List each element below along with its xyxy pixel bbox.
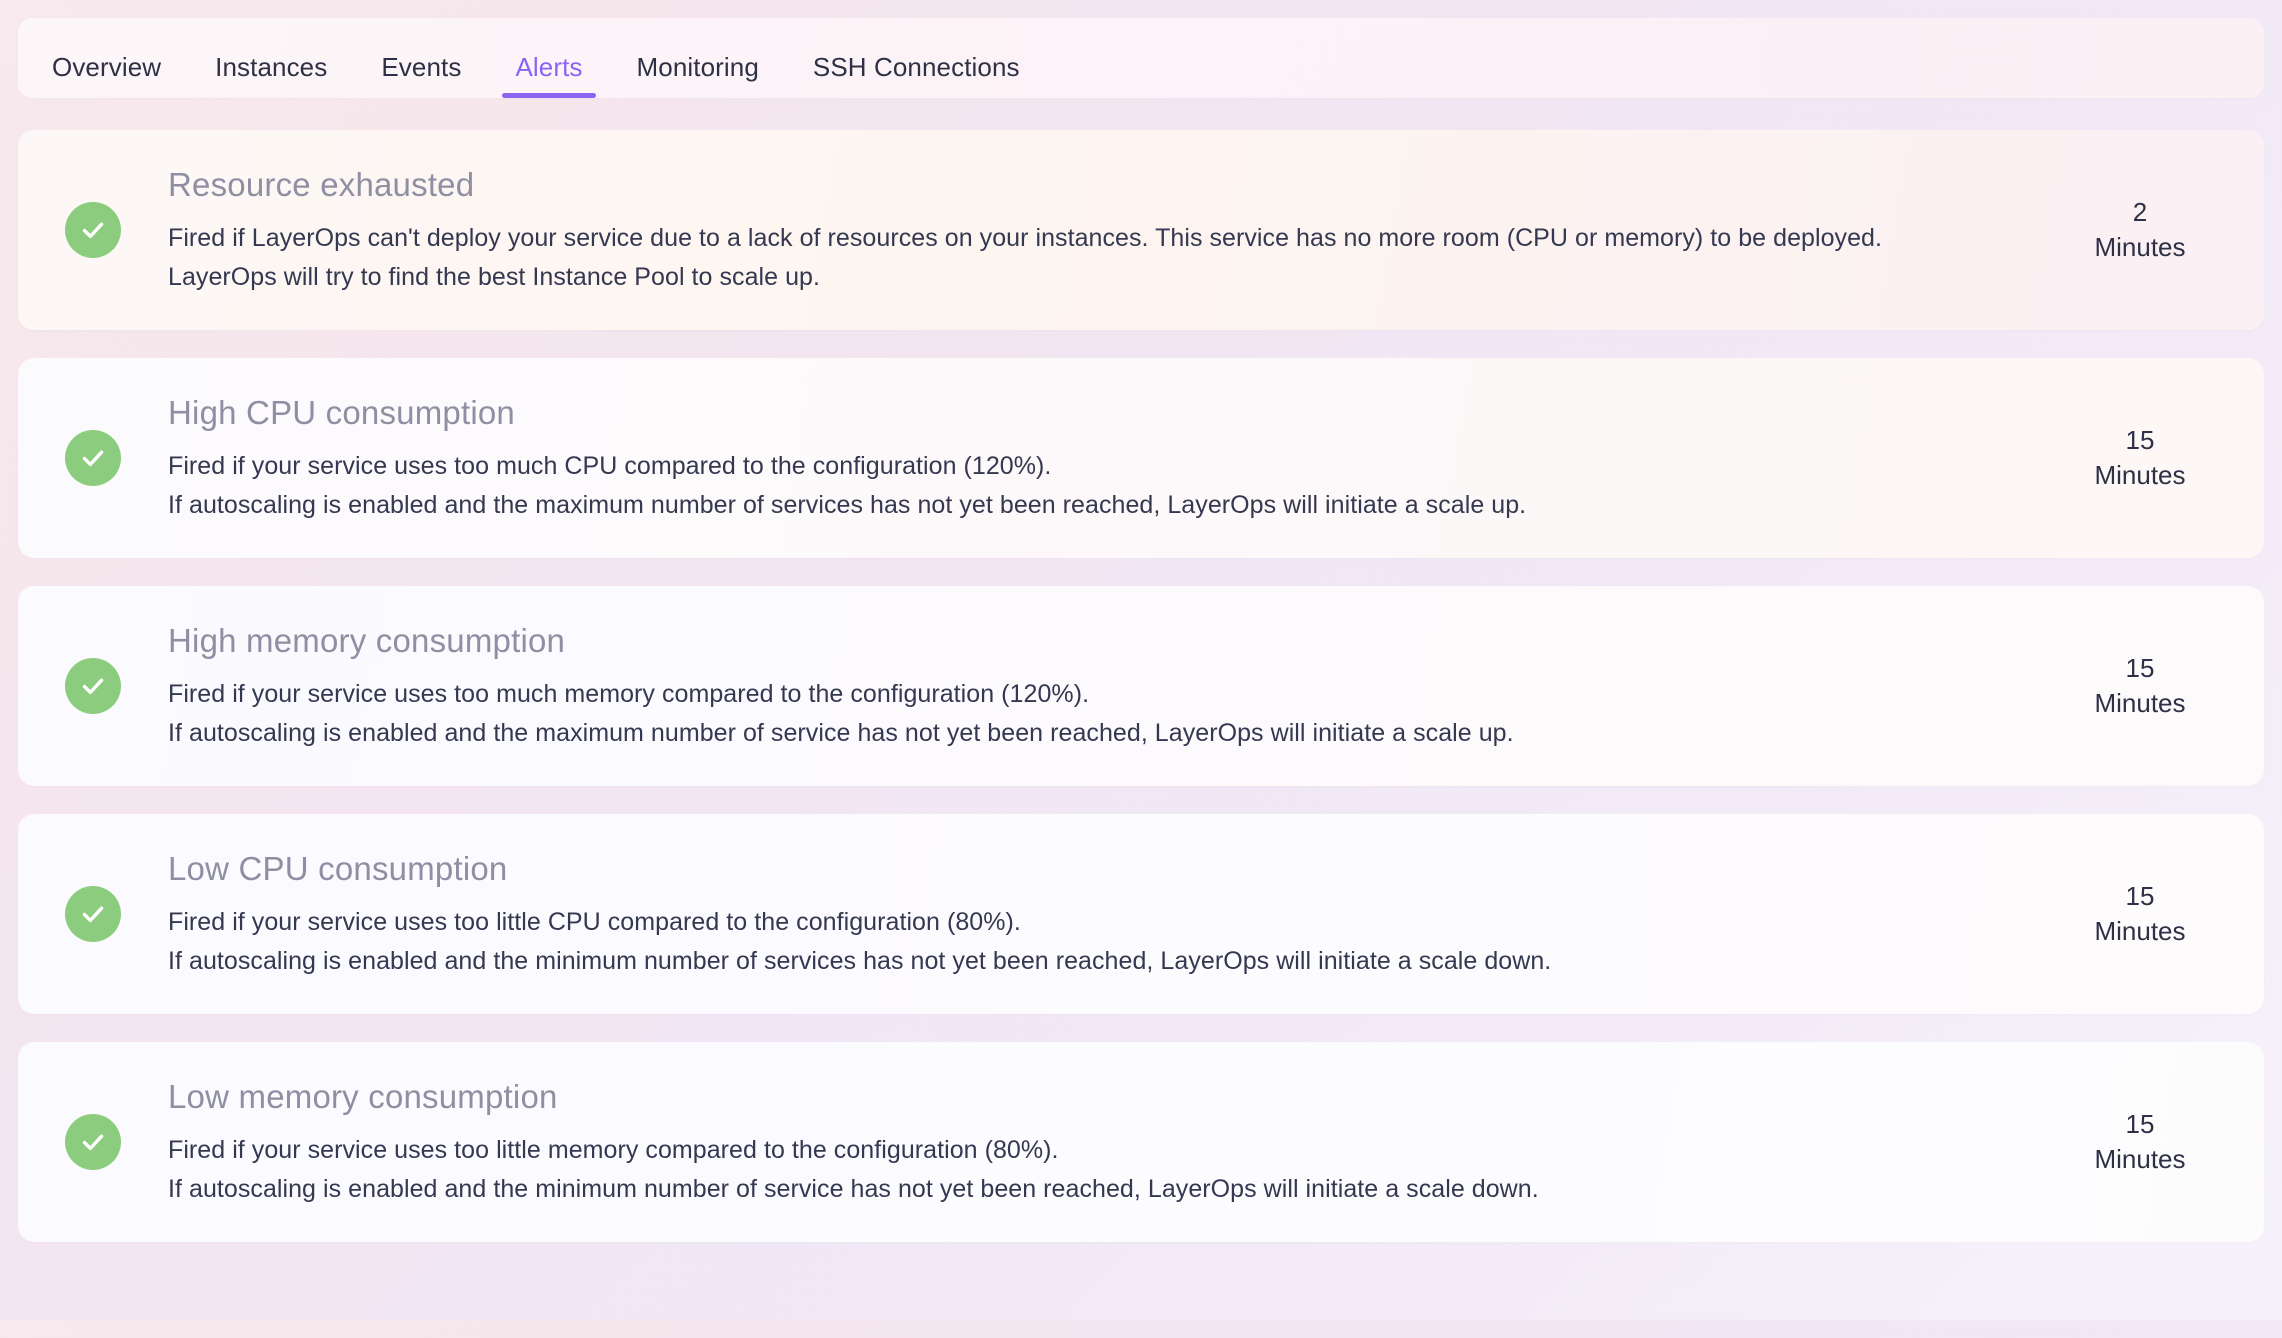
alert-description-line: If autoscaling is enabled and the minimu… xyxy=(168,946,1552,975)
alert-description-line: Fired if your service uses too little me… xyxy=(168,1135,1059,1164)
alert-description-line: Fired if your service uses too much memo… xyxy=(168,679,1090,708)
alert-interval: 15 Minutes xyxy=(2034,586,2264,786)
check-circle-icon[interactable] xyxy=(65,886,121,942)
alert-status-cell xyxy=(18,1042,168,1242)
check-circle-icon[interactable] xyxy=(65,430,121,486)
alert-card[interactable]: High CPU consumption Fired if your servic… xyxy=(18,358,2264,558)
alert-description-line: Fired if your service uses too little CP… xyxy=(168,907,1021,936)
alert-card[interactable]: Low memory consumption Fired if your serv… xyxy=(18,1042,2264,1242)
alert-status-cell xyxy=(18,130,168,330)
tab-ssh-connections[interactable]: SSH Connections xyxy=(813,54,1020,98)
alerts-page: Overview Instances Events Alerts Monitoring S… xyxy=(0,18,2282,1338)
alert-content: Low CPU consumption Fired if your service… xyxy=(168,814,2034,1014)
tab-monitoring[interactable]: Monitoring xyxy=(637,54,759,98)
tab-alerts[interactable]: Alerts xyxy=(502,54,596,98)
alert-interval: 15 Minutes xyxy=(2034,814,2264,1014)
alert-content: High CPU consumption Fired if your servic… xyxy=(168,358,2034,558)
alert-title: Low CPU consumption xyxy=(168,850,508,888)
alert-interval-value: 15 xyxy=(2125,880,2155,911)
check-circle-icon[interactable] xyxy=(65,1114,121,1170)
alert-interval: 15 Minutes xyxy=(2034,1042,2264,1242)
alert-description-line: If autoscaling is enabled and the maximu… xyxy=(168,490,1527,519)
tab-overview[interactable]: Overview xyxy=(52,54,161,98)
alert-interval-unit: Minutes xyxy=(2094,688,2186,718)
alert-title: High memory consumption xyxy=(168,622,566,660)
alert-interval: 15 Minutes xyxy=(2034,358,2264,558)
alert-interval-unit: Minutes xyxy=(2094,1144,2186,1174)
alert-interval-unit: Minutes xyxy=(2094,916,2186,946)
alert-title: High CPU consumption xyxy=(168,394,515,432)
alert-content: Resource exhausted Fired if LayerOps can'… xyxy=(168,130,2034,330)
alert-interval-value: 15 xyxy=(2125,424,2155,455)
alert-description-line: Fired if LayerOps can't deploy your serv… xyxy=(168,223,1883,252)
alert-interval-unit: Minutes xyxy=(2094,232,2186,262)
alert-title: Resource exhausted xyxy=(168,166,475,204)
check-circle-icon[interactable] xyxy=(65,658,121,714)
alert-status-cell xyxy=(18,814,168,1014)
alert-description-line: If autoscaling is enabled and the maximu… xyxy=(168,718,1514,747)
alerts-list: Resource exhausted Fired if LayerOps can'… xyxy=(18,130,2264,1242)
service-tab-bar: Overview Instances Events Alerts Monitoring S… xyxy=(18,18,2264,98)
alert-title: Low memory consumption xyxy=(168,1078,558,1116)
tab-events[interactable]: Events xyxy=(381,54,461,98)
alert-status-cell xyxy=(18,358,168,558)
check-circle-icon[interactable] xyxy=(65,202,121,258)
alert-card[interactable]: High memory consumption Fired if your ser… xyxy=(18,586,2264,786)
alert-card[interactable]: Resource exhausted Fired if LayerOps can'… xyxy=(18,130,2264,330)
alert-description-line: LayerOps will try to find the best Insta… xyxy=(168,262,820,291)
alert-interval: 2 Minutes xyxy=(2034,130,2264,330)
alert-description-line: If autoscaling is enabled and the minimu… xyxy=(168,1174,1539,1203)
alert-description-line: Fired if your service uses too much CPU … xyxy=(168,451,1052,480)
tab-instances[interactable]: Instances xyxy=(215,54,327,98)
alert-interval-value: 15 xyxy=(2125,652,2155,683)
alert-interval-unit: Minutes xyxy=(2094,460,2186,490)
alert-interval-value: 15 xyxy=(2125,1108,2155,1139)
alert-content: Low memory consumption Fired if your serv… xyxy=(168,1042,2034,1242)
alert-content: High memory consumption Fired if your ser… xyxy=(168,586,2034,786)
alert-card[interactable]: Low CPU consumption Fired if your service… xyxy=(18,814,2264,1014)
alert-interval-value: 2 xyxy=(2132,196,2148,227)
alert-status-cell xyxy=(18,586,168,786)
